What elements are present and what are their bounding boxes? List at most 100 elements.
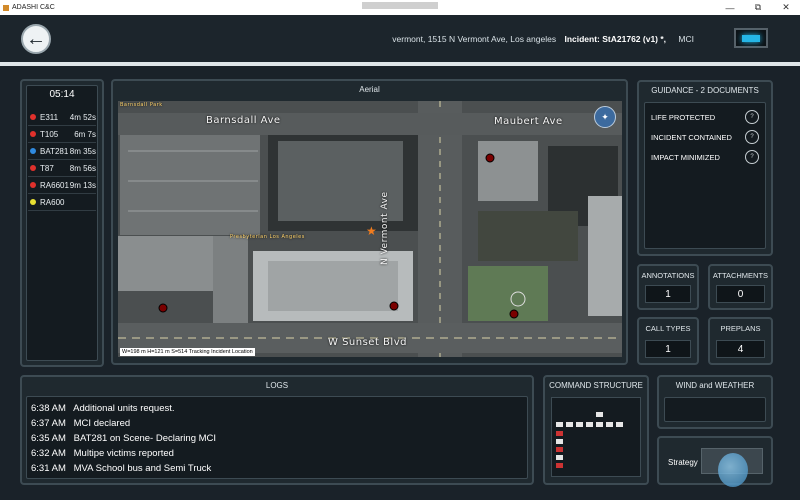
window-controls: — ⧉ ✕ [716,0,800,15]
attachments-tile[interactable]: ATTACHMENTS 0 [708,264,773,310]
poi-label-presbyterian: Presbyterian Los Angeles [230,234,305,240]
unit-status-dot-icon [30,165,36,171]
guidance-item-label: INCIDENT CONTAINED [651,132,732,142]
street-label-sunset: W Sunset Blvd [328,337,407,348]
back-button[interactable]: ← [21,24,51,54]
unit-row[interactable]: E311 4m 52s [28,109,96,126]
call-types-tile[interactable]: CALL TYPES 1 [637,317,699,365]
status-light-icon [742,34,760,42]
street-label-barnsdall: Barnsdall Ave [206,115,281,126]
unit-name: E311 [40,112,59,122]
attachments-label: ATTACHMENTS [712,271,769,280]
weather-content [664,397,766,422]
guidance-title: GUIDANCE - 2 DOCUMENTS [651,86,759,95]
unit-status-dot-icon [30,182,36,188]
window-title: ADASHI C&C [12,4,55,11]
org-chart-node [556,463,563,468]
logs-title: LOGS [265,381,289,390]
org-chart-node [556,455,563,460]
aerial-map[interactable]: ★ Barnsdall Ave Maubert Ave N Vermont Av… [118,101,622,357]
close-button[interactable]: ✕ [772,0,800,15]
title-scroll-thumb[interactable] [362,2,438,9]
incident-info: vermont, 1515 N Vermont Ave, Los angeles… [392,34,694,44]
unit-row[interactable]: RA600 [28,194,96,211]
preplans-count: 4 [716,340,765,358]
unit-status-dot-icon [30,131,36,137]
unit-list: E311 4m 52s T105 6m 7s BAT281 8m 35s T87 8m 56s… [28,109,96,211]
guidance-item[interactable]: IMPACT MINIMIZED? [645,147,765,167]
guidance-panel: GUIDANCE - 2 DOCUMENTS LIFE PROTECTED? IN… [637,80,773,256]
log-time: 6:31 AM [31,463,66,474]
log-time: 6:35 AM [31,433,66,444]
units-panel: 05:14 E311 4m 52s T105 6m 7s BAT281 8m 35s T87… [20,79,104,367]
unit-row[interactable]: BAT281 8m 35s [28,143,96,160]
org-chart-node [596,422,603,427]
preplans-tile[interactable]: PREPLANS 4 [708,317,773,365]
log-entry: 6:32 AM Multipe victims reported [31,446,523,461]
command-structure-panel[interactable]: COMMAND STRUCTURE [543,375,649,485]
guidance-item[interactable]: INCIDENT CONTAINED? [645,127,765,147]
unit-row[interactable]: T87 8m 56s [28,160,96,177]
aerial-title: Aerial [359,85,380,94]
maximize-button[interactable]: ⧉ [744,0,772,15]
log-time: 6:37 AM [31,418,66,429]
back-arrow-icon: ← [26,28,46,50]
aerial-panel: Aerial ★ Barnsdall Ave Maubert Ave N Ver… [111,79,628,365]
log-time: 6:32 AM [31,448,66,459]
guidance-item[interactable]: LIFE PROTECTED? [645,107,765,127]
log-entry: 6:37 AM MCI declared [31,416,523,431]
incident-id: Incident: StA21762 (v1) *, [564,34,667,44]
call-types-label: CALL TYPES [645,324,691,333]
window-titlebar: ADASHI C&C — ⧉ ✕ [0,0,800,15]
log-list[interactable]: 6:38 AM Additional units request. 6:37 AM… [26,396,528,479]
watermark-logo-icon [718,453,748,487]
aerial-imagery: ★ [118,101,622,357]
logs-panel: LOGS 6:38 AM Additional units request. 6:… [20,375,534,485]
org-chart-node [566,422,573,427]
app-icon [3,4,9,11]
guidance-item-label: IMPACT MINIMIZED [651,152,720,162]
unit-elapsed-time: 8m 56s [69,163,96,173]
guidance-list: LIFE PROTECTED? INCIDENT CONTAINED? IMPACT… [644,102,766,249]
app-header: ← vermont, 1515 N Vermont Ave, Los angel… [0,15,800,62]
log-text: Additional units request. [73,403,175,414]
incident-type: MCI [678,34,694,44]
unit-row[interactable]: RA6601 9m 13s [28,177,96,194]
strategy-panel[interactable]: Strategy [657,436,773,485]
org-chart-node [586,422,593,427]
help-icon[interactable]: ? [745,150,759,164]
log-text: MCI declared [73,418,131,429]
log-text: MVA School bus and Semi Truck [73,463,212,474]
org-chart-node [576,422,583,427]
log-time: 6:38 AM [31,403,66,414]
status-indicator[interactable] [734,28,768,48]
command-structure-title: COMMAND STRUCTURE [549,381,643,390]
svg-text:★: ★ [366,224,377,238]
weather-panel[interactable]: WIND and WEATHER [657,375,773,429]
unit-elapsed-time: 6m 7s [74,129,96,139]
help-icon[interactable]: ? [745,110,759,124]
org-chart-node [606,422,613,427]
org-chart-node [616,422,623,427]
log-text: Multipe victims reported [73,448,174,459]
unit-row[interactable]: T105 6m 7s [28,126,96,143]
annotations-tile[interactable]: ANNOTATIONS 1 [637,264,699,310]
help-icon[interactable]: ? [745,130,759,144]
log-text: BAT281 on Scene- Declaring MCI [73,433,217,444]
unit-elapsed-time: 9m 13s [69,180,96,190]
map-scale-readout: W=198 m H=121 m S=514 Tracking Incident … [120,348,255,356]
minimize-button[interactable]: — [716,0,744,15]
street-label-maubert: Maubert Ave [494,116,563,127]
poi-label-park: Barnsdall Park [120,102,163,108]
incident-location: vermont, 1515 N Vermont Ave, Los angeles [392,34,557,44]
unit-status-dot-icon [30,199,36,205]
log-entry: 6:38 AM Additional units request. [31,401,523,416]
strategy-label: Strategy [668,458,698,467]
unit-name: RA6601 [40,180,69,190]
log-entry: 6:31 AM MVA School bus and Semi Truck [31,461,523,476]
unit-status-dot-icon [30,148,36,154]
weather-title: WIND and WEATHER [675,381,755,390]
preplans-label: PREPLANS [720,324,761,333]
compass-icon[interactable]: ✦ [594,106,616,128]
annotations-label: ANNOTATIONS [641,271,695,280]
